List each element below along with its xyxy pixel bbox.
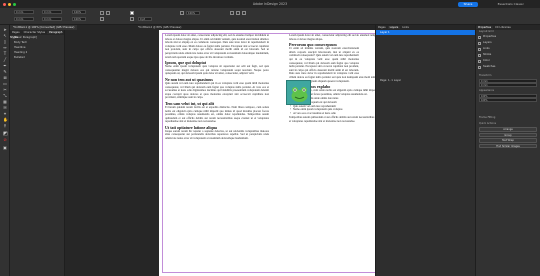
distribute-icon[interactable] [242, 11, 246, 15]
flip-icon[interactable] [100, 17, 104, 21]
scale-y-field[interactable]: 100% [72, 17, 86, 21]
type-tool-icon[interactable]: T [3, 52, 7, 56]
transform-x-field[interactable]: 0 mm [479, 78, 537, 83]
layer-item[interactable]: Layer 1 [376, 30, 475, 35]
transform-y-field[interactable]: 0 mm [479, 83, 537, 87]
share-button[interactable]: Share [458, 1, 478, 7]
w-field[interactable]: 0 mm [42, 10, 62, 14]
group-button[interactable]: Group [479, 132, 537, 137]
direct-selection-tool-icon[interactable]: ↖ [3, 34, 7, 38]
frog-image[interactable] [286, 80, 311, 105]
rectangle-tool-icon[interactable]: ▭ [3, 82, 7, 86]
panel-swatches[interactable]: Swatches [476, 64, 540, 70]
layers-icon [478, 41, 481, 45]
body-paragraph: Itaque earum rerum hic tenetur a sapient… [165, 129, 269, 141]
text-frame-icon[interactable] [230, 11, 234, 15]
body-paragraph: Lorem ipsum dolor sit amet, consectetur … [165, 34, 270, 59]
stroke-swatch-icon[interactable] [130, 17, 134, 21]
transform-label: Transform [479, 74, 492, 77]
tools-panel: ➤ ↖ ▯ ↔ T ╱ ✒ ✎ ⊠ ▭ ✂ ⤡ ▦ ✉ ⌖ ✋ ⚲ ◩ ⊘ ▣ [0, 25, 10, 276]
appearance-fill-field[interactable]: 100% [479, 93, 537, 98]
tab-cc-libraries[interactable]: CC Libraries [493, 26, 513, 29]
body-paragraph: Et harum quidem rerum facilis est et exp… [165, 105, 269, 124]
none-swatch-icon[interactable]: ⊘ [3, 138, 7, 142]
rotate-icon[interactable] [100, 11, 104, 15]
layers-panel: Pages Layers Links Layer 1 Page: 1, 1 Laye… [375, 25, 475, 276]
color-icon [478, 59, 481, 63]
document-page[interactable]: Lorem ipsum dolor sit amet, consectetur … [159, 30, 404, 276]
layers-footer: Page: 1, 1 Layer [380, 79, 401, 82]
paragraph-styles-panel: Pages Character Styles Paragraph Styles [B… [10, 30, 65, 276]
gradient-tool-icon[interactable]: ▦ [3, 100, 7, 104]
fill-swatch-icon[interactable] [130, 11, 134, 15]
pencil-tool-icon[interactable]: ✎ [3, 70, 7, 74]
fill-stroke-icon[interactable]: ◩ [3, 132, 8, 137]
workspace-switcher[interactable]: Essentials Classic [498, 2, 524, 6]
tab-pages[interactable]: Pages [376, 26, 388, 29]
appearance-label: Appearance [479, 89, 495, 92]
zoom-tool-icon[interactable]: ⚲ [3, 124, 7, 128]
tab-links[interactable]: Links [400, 26, 411, 29]
appearance-opacity-field[interactable]: 100% [479, 98, 537, 102]
control-bar: 0 mm 0 mm 0 mm 0 mm 100% 100% 0 pt 100% [0, 8, 540, 25]
scale-x-field[interactable]: 100% [72, 10, 86, 14]
align-icon[interactable] [236, 11, 240, 15]
hand-tool-icon[interactable]: ✋ [3, 118, 8, 122]
stroke-icon [478, 53, 481, 57]
free-transform-tool-icon[interactable]: ⤡ [3, 94, 7, 98]
tab-properties[interactable]: Properties [476, 26, 494, 29]
gap-tool-icon[interactable]: ↔ [3, 46, 7, 50]
document-canvas[interactable]: Lorem ipsum dolor sit amet, consectetur … [65, 30, 404, 276]
title-bar: Adobe InDesign 2023 Share Essentials Cla… [0, 0, 540, 8]
tab-character-styles[interactable]: Character Styles [22, 31, 48, 34]
quick-actions-label: Quick Actions [479, 122, 496, 125]
effects-icon[interactable] [180, 11, 184, 15]
arrange-button[interactable]: Arrange [479, 127, 537, 132]
tab-layers[interactable]: Layers [387, 26, 401, 29]
body-paragraph: Nemo enim ipsam voluptatem quia voluptas… [165, 65, 269, 76]
frog-illustration [291, 87, 308, 102]
text-wrap-button[interactable]: Text Wrap [479, 138, 537, 143]
find-similar-images-button[interactable]: Find Similar Images [479, 143, 537, 148]
x-field[interactable]: 0 mm [14, 10, 34, 14]
y-field[interactable]: 0 mm [14, 17, 34, 21]
scissors-tool-icon[interactable]: ✂ [3, 88, 7, 92]
selection-tool-icon[interactable]: ➤ [3, 28, 7, 32]
properties-icon [478, 35, 481, 39]
style-item[interactable]: Bulleted [10, 55, 64, 60]
line-tool-icon[interactable]: ╱ [3, 58, 7, 62]
eyedropper-tool-icon[interactable]: ⌖ [3, 112, 7, 116]
pen-tool-icon[interactable]: ✒ [3, 64, 7, 68]
tab-pages[interactable]: Pages [10, 31, 22, 34]
properties-panel: Properties CC Libraries Layout Grid Prope… [475, 25, 540, 276]
opacity-field[interactable]: 100% [186, 11, 200, 15]
stroke-weight-field[interactable]: 0 pt [138, 17, 152, 21]
screen-mode-icon[interactable]: ▣ [3, 146, 7, 150]
links-icon [478, 47, 481, 51]
page-tool-icon[interactable]: ▯ [3, 40, 7, 44]
rectangle-frame-tool-icon[interactable]: ⊠ [3, 76, 7, 80]
body-paragraph: Quis autem vel eum iure reprehenderit qu… [165, 81, 269, 100]
h-field[interactable]: 0 mm [42, 17, 62, 21]
swatches-icon [478, 65, 481, 69]
note-tool-icon[interactable]: ✉ [3, 106, 7, 110]
shear-icon[interactable] [106, 11, 110, 15]
frame-fitting-label: Frame Fitting [479, 116, 496, 119]
text-column-1[interactable]: Lorem ipsum dolor sit amet, consectetur … [165, 34, 269, 141]
